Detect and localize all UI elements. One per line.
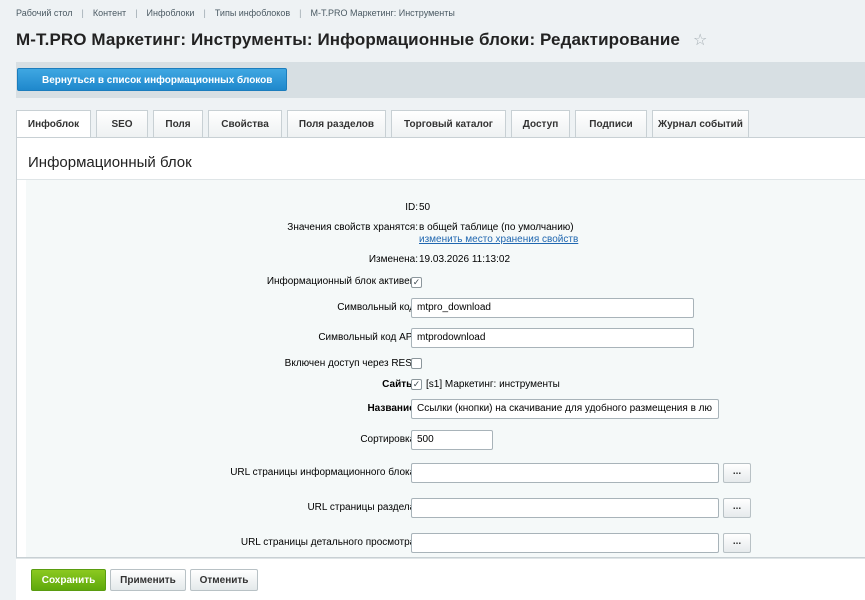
active-label: Информационный блок активен: — [266, 276, 418, 287]
section-url-label: URL страницы раздела: — [307, 502, 418, 513]
sort-label: Сортировка: — [360, 434, 418, 445]
page: Рабочий стол | Контент | Инфоблоки | Тип… — [0, 0, 865, 600]
breadcrumb-iblocks[interactable]: Инфоблоки — [147, 8, 195, 18]
page-title: M-T.PRO Маркетинг: Инструменты: Информац… — [16, 30, 680, 49]
api-code-label: Символьный код API: — [318, 332, 418, 343]
save-button[interactable]: Сохранить — [31, 569, 106, 591]
form-body: ID: 50 Значения свойств хранятся: в обще… — [26, 180, 865, 557]
breadcrumb-content[interactable]: Контент — [93, 8, 126, 18]
tab-event-log[interactable]: Журнал событий — [652, 110, 749, 137]
change-storage-link[interactable]: изменить место хранения свойств — [419, 234, 578, 245]
detail-url-browse-button[interactable]: ... — [723, 533, 751, 553]
code-input[interactable]: mtpro_download — [411, 298, 694, 318]
breadcrumb-desktop[interactable]: Рабочий стол — [16, 8, 73, 18]
changed-label: Изменена: — [368, 254, 418, 265]
api-code-input[interactable]: mtprodownload — [411, 328, 694, 348]
tab-access[interactable]: Доступ — [511, 110, 570, 137]
sort-input[interactable]: 500 — [411, 430, 493, 450]
apply-button[interactable]: Применить — [110, 569, 186, 591]
tab-seo[interactable]: SEO — [96, 110, 148, 137]
tab-labels[interactable]: Подписи — [575, 110, 647, 137]
content-panel: Информационный блок ID: 50 Значения свой… — [16, 137, 865, 558]
id-label: ID: — [405, 202, 418, 213]
breadcrumb-separator-icon: | — [81, 8, 84, 18]
tab-section-fields[interactable]: Поля разделов — [287, 110, 386, 137]
storage-label: Значения свойств хранятся: — [287, 222, 418, 233]
sites-value: [s1] Маркетинг: инструменты — [426, 379, 560, 390]
storage-value: в общей таблице (по умолчанию) — [419, 222, 574, 233]
back-to-list-button[interactable]: Вернуться в список информационных блоков — [17, 68, 288, 91]
breadcrumb-current[interactable]: M-T.PRO Маркетинг: Инструменты — [310, 8, 454, 18]
id-value: 50 — [419, 202, 431, 213]
tabs: Инфоблок SEO Поля Свойства Поля разделов… — [16, 110, 754, 138]
breadcrumb-separator-icon: | — [203, 8, 206, 18]
section-url-browse-button[interactable]: ... — [723, 498, 751, 518]
list-url-label: URL страницы информационного блока: — [230, 467, 418, 478]
breadcrumb: Рабочий стол | Контент | Инфоблоки | Тип… — [16, 8, 455, 18]
name-input[interactable]: Ссылки (кнопки) на скачивание для удобно… — [411, 399, 719, 419]
active-checkbox[interactable]: ✓ — [411, 277, 422, 288]
title-row: M-T.PRO Маркетинг: Инструменты: Информац… — [16, 30, 707, 50]
checkmark-icon: ✓ — [412, 379, 421, 389]
checkmark-icon: ✓ — [412, 277, 421, 287]
cancel-button[interactable]: Отменить — [190, 569, 258, 591]
detail-url-input[interactable] — [411, 533, 719, 553]
changed-value: 19.03.2026 11:13:02 — [419, 254, 511, 265]
tab-iblock[interactable]: Инфоблок — [16, 110, 91, 138]
breadcrumb-separator-icon: | — [135, 8, 138, 18]
code-label: Символьный код: — [337, 302, 418, 313]
tab-catalog[interactable]: Торговый каталог — [391, 110, 506, 137]
rest-checkbox[interactable] — [411, 358, 422, 369]
breadcrumb-iblock-types[interactable]: Типы инфоблоков — [215, 8, 290, 18]
tab-fields[interactable]: Поля — [153, 110, 203, 137]
section-url-input[interactable] — [411, 498, 719, 518]
tab-properties[interactable]: Свойства — [208, 110, 282, 137]
section-title: Информационный блок — [17, 138, 865, 180]
rest-label: Включен доступ через REST — [284, 358, 418, 369]
sites-checkbox[interactable]: ✓ — [411, 379, 422, 390]
list-url-input[interactable] — [411, 463, 719, 483]
detail-url-label: URL страницы детального просмотра: — [240, 537, 418, 548]
star-icon[interactable]: ☆ — [693, 30, 707, 50]
list-url-browse-button[interactable]: ... — [723, 463, 751, 483]
breadcrumb-separator-icon: | — [299, 8, 302, 18]
